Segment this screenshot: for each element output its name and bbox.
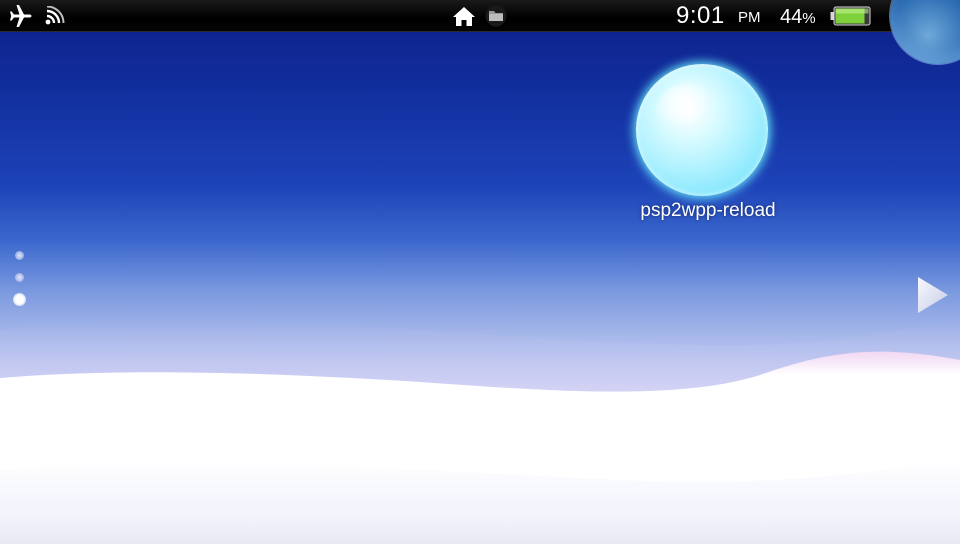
airplane-mode-icon	[10, 5, 32, 27]
app-bubble-psp2wpp-reload[interactable]	[636, 64, 768, 196]
page-indicator-dot-2[interactable]	[15, 273, 24, 282]
clock-ampm: PM	[738, 9, 761, 26]
battery-percentage: 44%	[780, 5, 816, 31]
page-indicator-dot-1[interactable]	[15, 251, 24, 260]
wave-background	[0, 318, 960, 544]
clock-time: 9:01	[676, 2, 725, 29]
battery-percent-value: 44	[780, 6, 803, 28]
chevron-right-icon[interactable]	[914, 274, 950, 316]
app-label[interactable]: psp2wpp-reload	[600, 200, 816, 222]
content-manager-icon[interactable]	[485, 5, 507, 27]
bubble-shine	[647, 73, 719, 137]
battery-percent-sign: %	[802, 10, 816, 27]
wifi-signal-icon	[45, 6, 65, 25]
page-indicator-dot-3-current[interactable]	[13, 293, 26, 306]
status-bar: 9:01 PM 44%	[0, 0, 960, 32]
home-screen: 9:01 PM 44% psp2wpp-reload	[0, 0, 960, 544]
battery-icon	[830, 6, 871, 26]
home-icon[interactable]	[451, 5, 477, 27]
